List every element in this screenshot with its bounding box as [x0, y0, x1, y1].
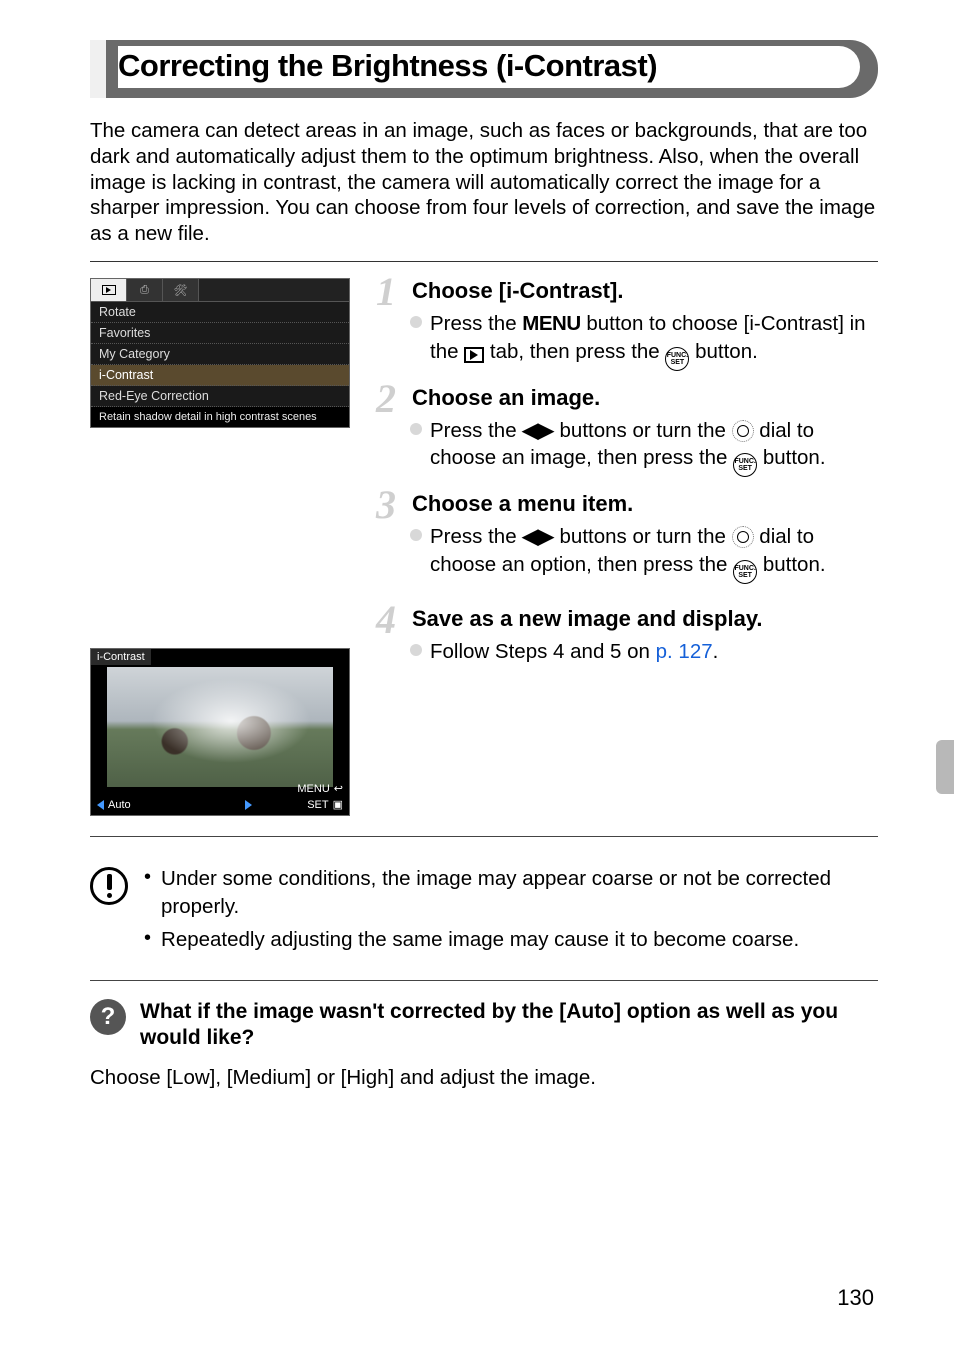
page-number: 130 [837, 1285, 874, 1311]
step-3: 3 Choose a menu item. Press the ◀▶ butto… [378, 491, 878, 584]
menu-tabs: ⎙ 🛠 [91, 279, 349, 302]
step-3-text-a: Press the [430, 525, 522, 548]
menu-item-icontrast: i-Contrast [91, 365, 349, 386]
func-set-icon: FUNC.SET [733, 560, 757, 584]
bullet-icon [410, 423, 422, 435]
step-2-body: Press the ◀▶ buttons or turn the dial to… [412, 417, 878, 478]
control-dial-icon [732, 420, 754, 442]
menu-item-redeye: Red-Eye Correction [91, 386, 349, 407]
step-1-title: Choose [i-Contrast]. [412, 278, 878, 304]
step-3-number: 3 [376, 485, 396, 525]
caution-item-1: Under some conditions, the image may app… [144, 865, 878, 920]
step-1-text-c: tab, then press the [484, 340, 665, 363]
caution-box: Under some conditions, the image may app… [90, 859, 878, 974]
caution-item-2: Repeatedly adjusting the same image may … [144, 926, 878, 954]
tip-title: What if the image wasn't corrected by th… [140, 999, 878, 1052]
tab-print: ⎙ [127, 279, 163, 301]
caution-icon [90, 867, 128, 905]
preview-mode-row: Auto [97, 799, 252, 811]
step-2-number: 2 [376, 379, 396, 419]
preview-label: i-Contrast [91, 649, 151, 665]
print-icon: ⎙ [140, 284, 149, 297]
bullet-icon [410, 644, 422, 656]
step-3-title: Choose a menu item. [412, 491, 878, 517]
left-column: ⎙ 🛠 Rotate Favorites My Category i-Contr… [90, 278, 350, 816]
menu-item-mycategory: My Category [91, 344, 349, 365]
menu-item-favorites: Favorites [91, 323, 349, 344]
page-title-bar: Correcting the Brightness (i-Contrast) [90, 40, 878, 98]
menu-items: Rotate Favorites My Category i-Contrast … [91, 302, 349, 407]
func-set-icon: FUNC.SET [733, 453, 757, 477]
step-2-text-a: Press the [430, 419, 522, 442]
step-1-text-a: Press the [430, 312, 522, 335]
caution-list: Under some conditions, the image may app… [144, 865, 878, 960]
playback-tab-icon [464, 347, 484, 363]
left-right-arrows-icon: ◀▶ [522, 419, 554, 442]
tip-box: ? What if the image wasn't corrected by … [90, 999, 878, 1052]
step-2: 2 Choose an image. Press the ◀▶ buttons … [378, 385, 878, 478]
control-dial-icon [732, 526, 754, 548]
step-3-text-d: button. [757, 553, 825, 576]
page-link[interactable]: p. 127 [656, 640, 713, 663]
tab-tools: 🛠 [163, 279, 199, 301]
step-1: 1 Choose [i-Contrast]. Press the MENU bu… [378, 278, 878, 371]
right-arrow-icon [245, 800, 252, 810]
bullet-icon [410, 529, 422, 541]
step-1-number: 1 [376, 272, 396, 312]
menu-button-label: MENU [297, 783, 329, 795]
tools-icon: 🛠 [174, 284, 188, 297]
preview-mode: Auto [108, 799, 131, 811]
page-title: Correcting the Brightness (i-Contrast) [118, 46, 860, 88]
question-icon: ? [90, 999, 126, 1035]
intro-text: The camera can detect areas in an image,… [90, 118, 878, 247]
divider [90, 836, 878, 837]
step-4-number: 4 [376, 600, 396, 640]
left-right-arrows-icon: ◀▶ [522, 525, 554, 548]
left-arrow-icon [97, 800, 104, 810]
return-icon: ↩ [334, 782, 343, 795]
step-4-text-a: Follow Steps 4 and 5 on [430, 640, 656, 663]
divider [90, 980, 878, 981]
set-button-label: SET [307, 799, 328, 811]
step-2-title: Choose an image. [412, 385, 878, 411]
step-1-body: Press the MENU button to choose [i-Contr… [412, 310, 878, 371]
right-column: 1 Choose [i-Contrast]. Press the MENU bu… [378, 278, 878, 816]
preview-buttons: MENU ↩ SET ▣ [297, 782, 343, 811]
menu-footer-text: Retain shadow detail in high contrast sc… [91, 407, 349, 427]
step-4-title: Save as a new image and display. [412, 606, 878, 632]
step-4-body: Follow Steps 4 and 5 on p. 127. [412, 638, 878, 666]
step-4-text-b: . [713, 640, 719, 663]
menu-screenshot: ⎙ 🛠 Rotate Favorites My Category i-Contr… [90, 278, 350, 428]
menu-item-rotate: Rotate [91, 302, 349, 323]
playback-icon [102, 285, 116, 295]
step-3-text-b: buttons or turn the [554, 525, 732, 548]
step-1-text-d: button. [689, 340, 757, 363]
divider [90, 261, 878, 262]
side-tab [936, 740, 954, 794]
menu-glyph: MENU [522, 312, 580, 335]
step-4: 4 Save as a new image and display. Follo… [378, 606, 878, 666]
preview-image [107, 667, 333, 787]
step-3-body: Press the ◀▶ buttons or turn the dial to… [412, 523, 878, 584]
bullet-icon [410, 316, 422, 328]
step-2-text-d: button. [757, 446, 825, 469]
step-2-text-b: buttons or turn the [554, 419, 732, 442]
tab-playback [91, 279, 127, 301]
func-set-icon: FUNC.SET [665, 347, 689, 371]
apply-icon: ▣ [333, 798, 343, 811]
content-columns: ⎙ 🛠 Rotate Favorites My Category i-Contr… [90, 278, 878, 816]
tip-answer: Choose [Low], [Medium] or [High] and adj… [90, 1066, 878, 1090]
icontrast-preview: i-Contrast Auto MENU ↩ SET ▣ [90, 648, 350, 816]
